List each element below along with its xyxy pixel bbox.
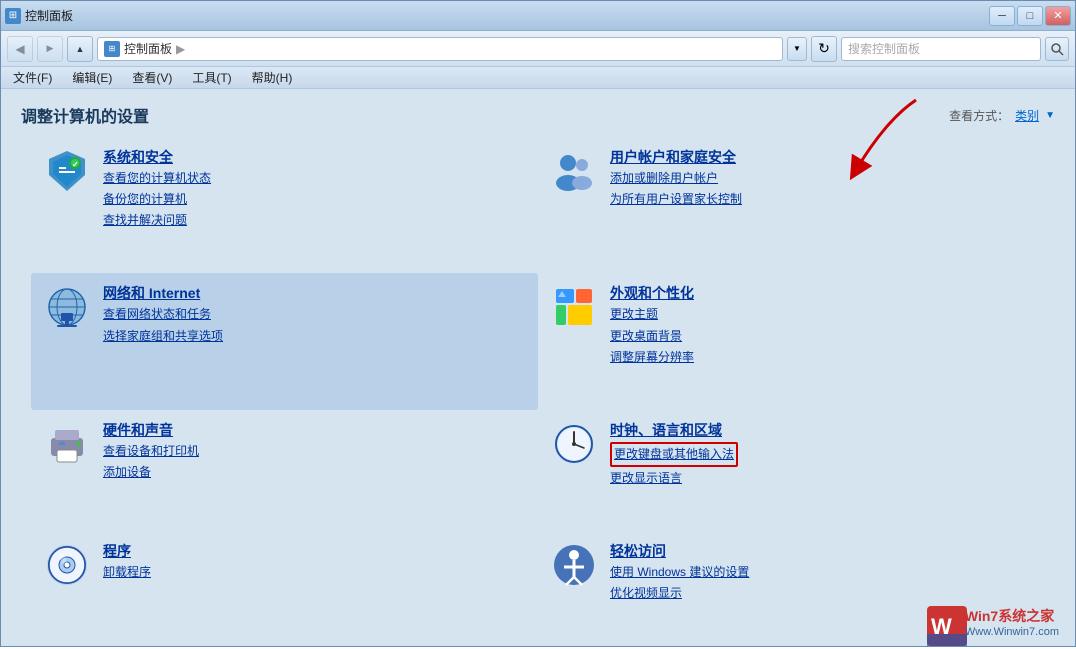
clock-language-text: 时钟、语言和区域 更改键盘或其他输入法 更改显示语言 <box>610 420 738 488</box>
cp-item-programs[interactable]: P 程序 卸载程序 <box>31 531 538 646</box>
globe-icon <box>43 283 91 331</box>
svg-text:✓: ✓ <box>72 160 79 169</box>
system-security-text: 系统和安全 查看您的计算机状态 备份您的计算机 查找并解决问题 <box>103 147 211 231</box>
system-security-link-2[interactable]: 备份您的计算机 <box>103 190 211 209</box>
ease-access-icon <box>550 541 598 589</box>
view-value-link[interactable]: 类别 <box>1015 107 1039 124</box>
ease-access-link-2[interactable]: 优化视频显示 <box>610 584 749 603</box>
cp-item-clock-language[interactable]: 时钟、语言和区域 更改键盘或其他输入法 更改显示语言 <box>538 410 1045 531</box>
minimize-button[interactable]: ─ <box>989 6 1015 26</box>
network-internet-link-2[interactable]: 选择家庭组和共享选项 <box>103 327 223 346</box>
menu-tools[interactable]: 工具(T) <box>188 67 235 88</box>
ease-access-link-1[interactable]: 使用 Windows 建议的设置 <box>610 563 749 582</box>
appearance-icon <box>550 283 598 331</box>
programs-text: 程序 卸载程序 <box>103 541 151 582</box>
hardware-sound-link-2[interactable]: 添加设备 <box>103 463 199 482</box>
network-internet-title[interactable]: 网络和 Internet <box>103 283 223 303</box>
users-icon <box>550 147 598 195</box>
forward-button[interactable]: ▶ <box>37 36 63 62</box>
title-bar-left: ⊞ 控制面板 <box>5 7 73 24</box>
watermark-line1: Win7系统之家 <box>965 606 1059 626</box>
search-icon <box>1050 42 1064 56</box>
main-content: 调整计算机的设置 查看方式： 类别 ▼ <box>1 89 1075 646</box>
window-icon: ⊞ <box>5 8 21 24</box>
clock-language-link-2[interactable]: 更改显示语言 <box>610 469 738 488</box>
appearance-link-3[interactable]: 调整屏幕分辨率 <box>610 348 694 367</box>
content-header: 调整计算机的设置 查看方式： 类别 ▼ <box>1 89 1075 137</box>
menu-edit[interactable]: 编辑(E) <box>68 67 116 88</box>
programs-link-1[interactable]: 卸载程序 <box>103 563 151 582</box>
close-button[interactable]: ✕ <box>1045 6 1071 26</box>
watermark: W Win7系统之家 Www.Winwin7.com <box>927 606 1059 638</box>
view-options: 查看方式： 类别 ▼ <box>949 107 1055 124</box>
ease-access-text: 轻松访问 使用 Windows 建议的设置 优化视频显示 <box>610 541 749 603</box>
user-accounts-link-1[interactable]: 添加或删除用户帐户 <box>610 169 742 188</box>
user-accounts-link-2[interactable]: 为所有用户设置家长控制 <box>610 190 742 209</box>
ease-access-title[interactable]: 轻松访问 <box>610 541 749 561</box>
address-separator: ▶ <box>176 42 185 56</box>
system-security-link-3[interactable]: 查找并解决问题 <box>103 211 211 230</box>
cp-item-hardware-sound[interactable]: 硬件和声音 查看设备和打印机 添加设备 <box>31 410 538 531</box>
clock-icon <box>550 420 598 468</box>
programs-icon: P <box>43 541 91 589</box>
clock-language-link-1[interactable]: 更改键盘或其他输入法 <box>610 442 738 467</box>
up-button[interactable]: ▲ <box>67 36 93 62</box>
user-accounts-text: 用户帐户和家庭安全 添加或删除用户帐户 为所有用户设置家长控制 <box>610 147 742 209</box>
appearance-title[interactable]: 外观和个性化 <box>610 283 694 303</box>
main-window: ⊞ 控制面板 ─ □ ✕ ◀ ▶ ▲ ⊞ 控制面板 ▶ ▼ ↻ 搜索控制面板 <box>0 0 1076 647</box>
menu-help[interactable]: 帮助(H) <box>248 67 297 88</box>
title-bar: ⊞ 控制面板 ─ □ ✕ <box>1 1 1075 31</box>
menu-bar: 文件(F) 编辑(E) 查看(V) 工具(T) 帮助(H) <box>1 67 1075 89</box>
cp-item-user-accounts[interactable]: 用户帐户和家庭安全 添加或删除用户帐户 为所有用户设置家长控制 <box>538 137 1045 273</box>
cp-item-network-internet[interactable]: 网络和 Internet 查看网络状态和任务 选择家庭组和共享选项 <box>31 273 538 409</box>
hardware-icon <box>43 420 91 468</box>
menu-view[interactable]: 查看(V) <box>128 67 176 88</box>
refresh-button[interactable]: ↻ <box>811 36 837 62</box>
control-panel-grid: ✓ 系统和安全 查看您的计算机状态 备份您的计算机 查找并解决问题 <box>1 137 1075 646</box>
search-button[interactable] <box>1045 37 1069 61</box>
network-internet-link-1[interactable]: 查看网络状态和任务 <box>103 305 223 324</box>
back-button[interactable]: ◀ <box>7 36 33 62</box>
user-accounts-title[interactable]: 用户帐户和家庭安全 <box>610 147 742 167</box>
programs-title[interactable]: 程序 <box>103 541 151 561</box>
address-box[interactable]: ⊞ 控制面板 ▶ <box>97 37 783 61</box>
clock-language-title[interactable]: 时钟、语言和区域 <box>610 420 738 440</box>
maximize-button[interactable]: □ <box>1017 6 1043 26</box>
watermark-text: Win7系统之家 Www.Winwin7.com <box>965 606 1059 638</box>
appearance-link-1[interactable]: 更改主题 <box>610 305 694 324</box>
hardware-sound-title[interactable]: 硬件和声音 <box>103 420 199 440</box>
shield-icon: ✓ <box>43 147 91 195</box>
watermark-logo: W <box>927 606 959 638</box>
system-security-title[interactable]: 系统和安全 <box>103 147 211 167</box>
address-text: 控制面板 <box>124 40 172 57</box>
appearance-text: 外观和个性化 更改主题 更改桌面背景 调整屏幕分辨率 <box>610 283 694 367</box>
address-icon: ⊞ <box>104 41 120 57</box>
window-wrapper: ⊞ 控制面板 ─ □ ✕ ◀ ▶ ▲ ⊞ 控制面板 ▶ ▼ ↻ 搜索控制面板 <box>0 0 1076 647</box>
cp-item-system-security[interactable]: ✓ 系统和安全 查看您的计算机状态 备份您的计算机 查找并解决问题 <box>31 137 538 273</box>
view-dropdown-arrow[interactable]: ▼ <box>1045 110 1055 121</box>
system-security-link-1[interactable]: 查看您的计算机状态 <box>103 169 211 188</box>
cp-item-appearance[interactable]: 外观和个性化 更改主题 更改桌面背景 调整屏幕分辨率 <box>538 273 1045 409</box>
appearance-link-2[interactable]: 更改桌面背景 <box>610 327 694 346</box>
network-internet-text: 网络和 Internet 查看网络状态和任务 选择家庭组和共享选项 <box>103 283 223 345</box>
title-controls: ─ □ ✕ <box>989 6 1071 26</box>
search-placeholder: 搜索控制面板 <box>848 40 920 57</box>
hardware-sound-link-1[interactable]: 查看设备和打印机 <box>103 442 199 461</box>
address-dropdown[interactable]: ▼ <box>787 37 807 61</box>
view-label: 查看方式： <box>949 107 1009 124</box>
menu-file[interactable]: 文件(F) <box>9 67 56 88</box>
content-title: 调整计算机的设置 <box>21 103 149 127</box>
search-box[interactable]: 搜索控制面板 <box>841 37 1041 61</box>
watermark-line2: Www.Winwin7.com <box>965 626 1059 638</box>
window-title: 控制面板 <box>25 7 73 24</box>
hardware-sound-text: 硬件和声音 查看设备和打印机 添加设备 <box>103 420 199 482</box>
address-bar: ◀ ▶ ▲ ⊞ 控制面板 ▶ ▼ ↻ 搜索控制面板 <box>1 31 1075 67</box>
